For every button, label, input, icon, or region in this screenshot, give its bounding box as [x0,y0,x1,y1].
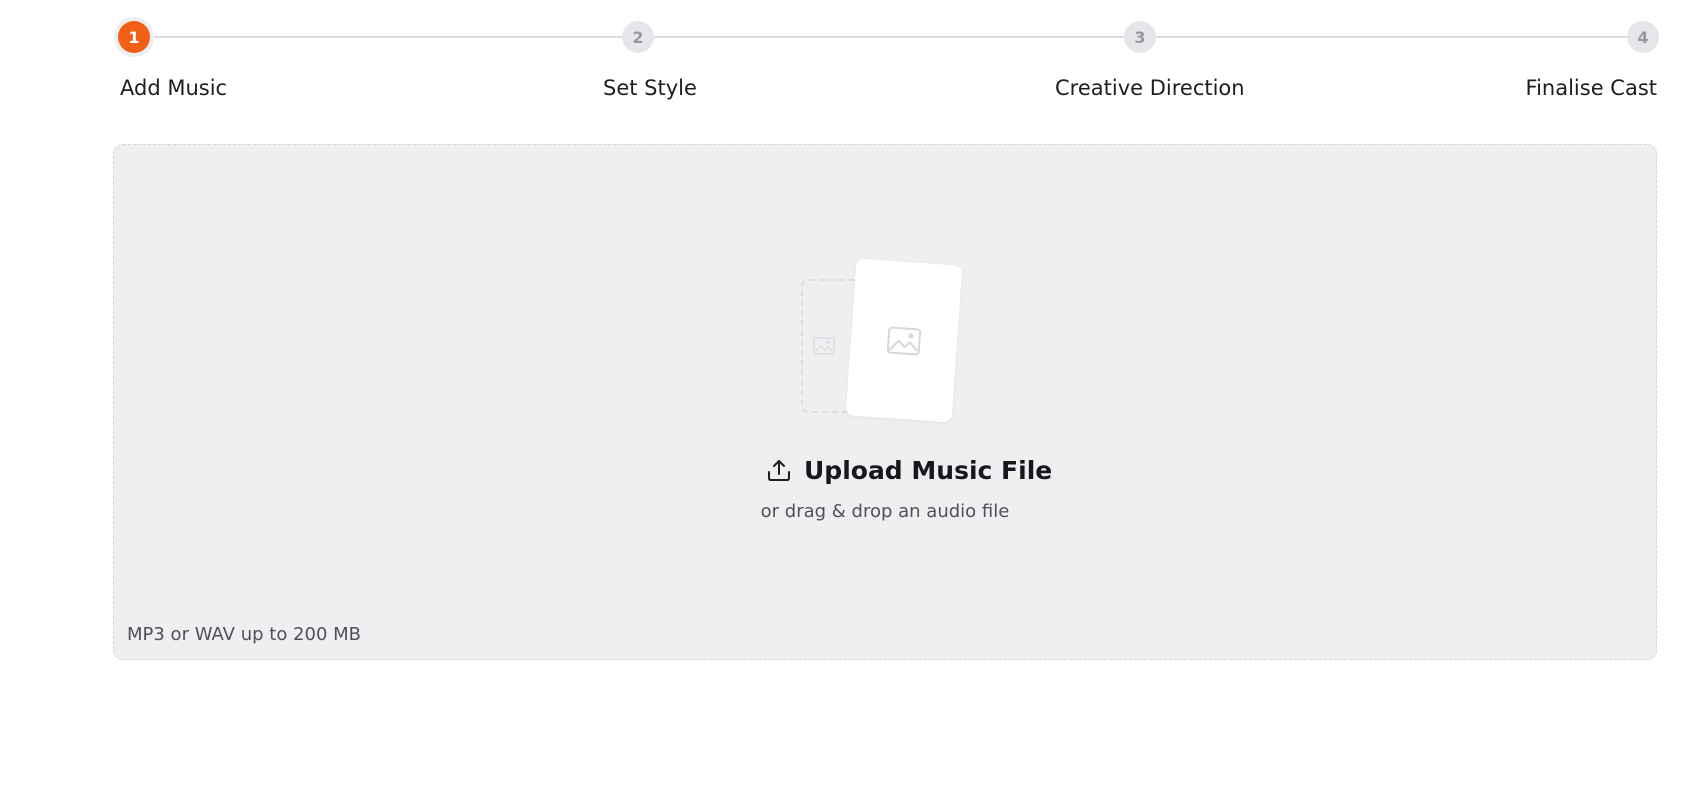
upload-icon [768,460,790,481]
step-1-number: 1 [128,27,140,47]
step-4-number: 4 [1637,27,1649,47]
step-2-label[interactable]: Set Style [603,76,697,100]
step-3-indicator[interactable]: 3 [1124,21,1156,53]
step-2-indicator[interactable]: 2 [622,21,654,53]
image-placeholder-icon [886,326,922,355]
step-4-indicator[interactable]: 4 [1627,21,1659,53]
step-3-number: 3 [1134,27,1146,47]
upload-title: Upload Music File [804,455,1053,485]
stepper-track [134,36,1634,38]
upload-music-button[interactable]: Upload Music File [766,450,1052,490]
placeholder-card-front [845,258,963,423]
file-format-hint: MP3 or WAV up to 200 MB [127,624,362,645]
step-2-number: 2 [632,27,644,47]
progress-stepper: 1 Add Music 2 Set Style 3 Creative Direc… [0,0,1702,110]
step-1-label[interactable]: Add Music [120,76,227,100]
step-3-label[interactable]: Creative Direction [1055,76,1245,100]
step-4-label[interactable]: Finalise Cast [1526,76,1657,100]
step-1-indicator[interactable]: 1 [118,21,150,53]
drag-drop-hint: or drag & drop an audio file [760,501,1010,522]
image-placeholder-icon [813,337,835,355]
music-upload-dropzone[interactable]: Upload Music File or drag & drop an audi… [113,144,1657,660]
